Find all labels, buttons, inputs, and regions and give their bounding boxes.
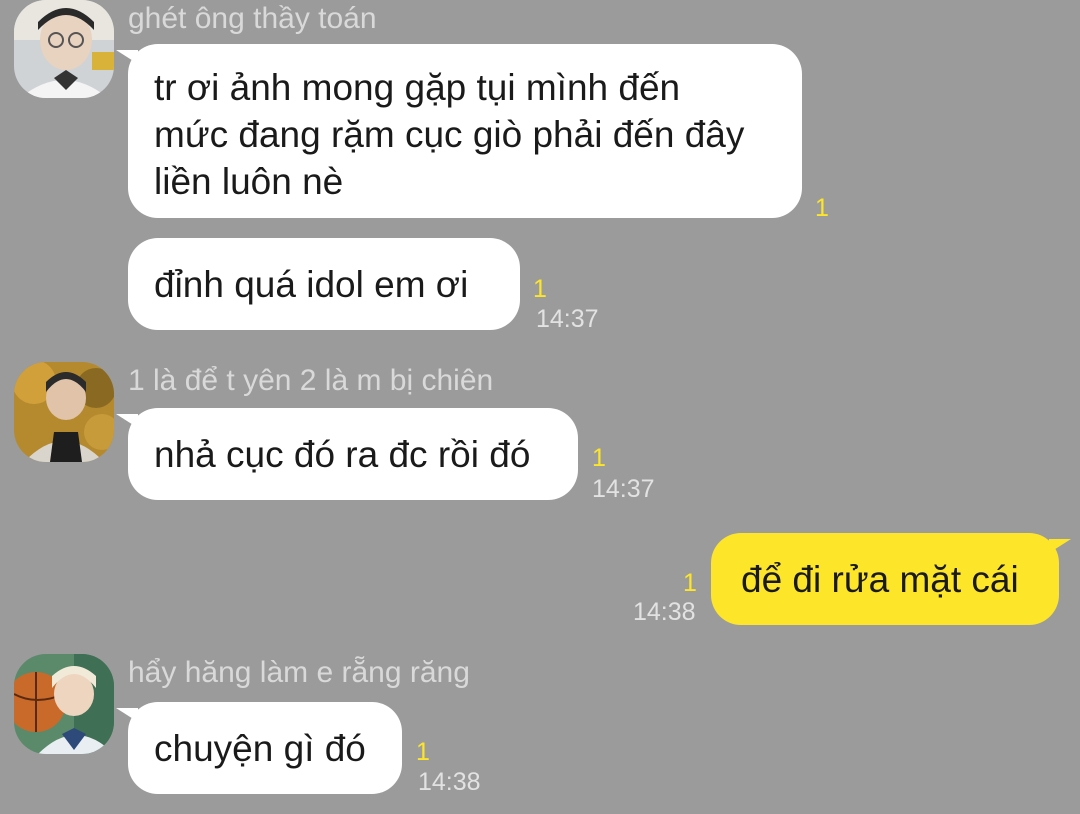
- user-avatar-photo-icon: [14, 0, 114, 98]
- message-text: nhả cục đó ra đc rồi đó: [154, 434, 531, 475]
- message-line: liền luôn nè: [154, 161, 344, 202]
- unread-count: 1: [416, 738, 430, 766]
- unread-count: 1: [683, 569, 697, 597]
- message-time: 14:38: [633, 598, 696, 626]
- message-line: mức đang rặm cục giò phải đến đây: [154, 114, 745, 155]
- sender-name: ghét ông thầy toán: [128, 2, 377, 35]
- message-bubble[interactable]: đỉnh quá idol em ơi: [128, 238, 520, 330]
- message-text: chuyện gì đó: [154, 728, 366, 769]
- avatar-sender-3[interactable]: [14, 654, 114, 754]
- message-time: 14:37: [592, 475, 655, 503]
- user-avatar-photo-icon: [14, 362, 114, 462]
- message-line: tr ơi ảnh mong gặp tụi mình đến: [154, 67, 681, 108]
- message-time: 14:38: [418, 768, 481, 796]
- sender-name: 1 là để t yên 2 là m bị chiên: [128, 364, 494, 397]
- avatar-sender-1[interactable]: [14, 0, 114, 98]
- message-bubble[interactable]: tr ơi ảnh mong gặp tụi mình đến mức đang…: [116, 44, 802, 218]
- my-message-bubble[interactable]: để đi rửa mặt cái: [711, 533, 1071, 625]
- user-avatar-photo-icon: [14, 654, 114, 754]
- message-bubble[interactable]: chuyện gì đó: [116, 702, 402, 794]
- message-bubble[interactable]: nhả cục đó ra đc rồi đó: [116, 408, 578, 500]
- message-text: để đi rửa mặt cái: [741, 559, 1019, 600]
- message-text: đỉnh quá idol em ơi: [154, 264, 469, 305]
- avatar-sender-2[interactable]: [14, 362, 114, 462]
- message-time: 14:37: [536, 305, 599, 333]
- unread-count: 1: [815, 194, 829, 222]
- unread-count: 1: [533, 275, 547, 303]
- sender-name: hẩy hăng làm e rẵng răng: [128, 656, 470, 689]
- unread-count: 1: [592, 444, 606, 472]
